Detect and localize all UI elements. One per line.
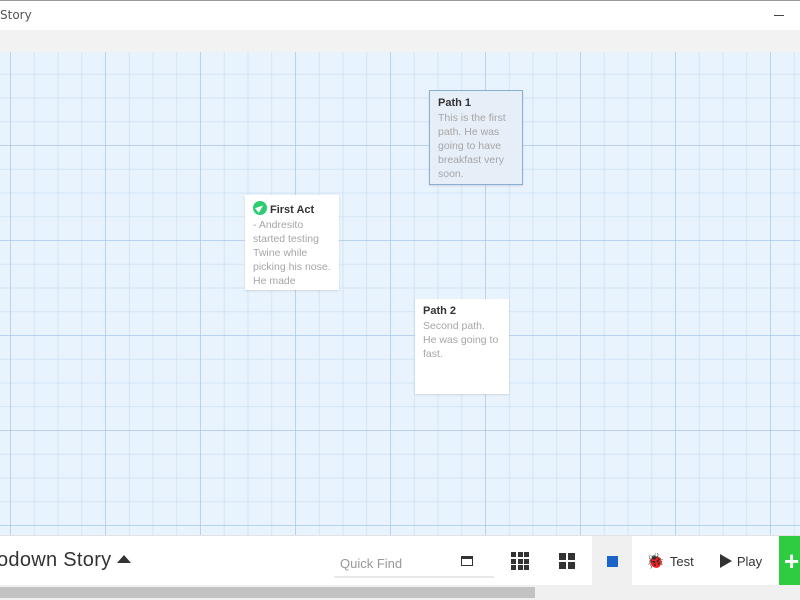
story-map-canvas[interactable]: Path 1 This is the first path. He was go… [0, 52, 800, 535]
passage-card-path-1[interactable]: Path 1 This is the first path. He was go… [429, 90, 523, 185]
passage-title: First Act [270, 204, 315, 216]
top-strip [0, 30, 800, 52]
passage-card-first-act[interactable]: First Act - Andresito started testing Tw… [245, 195, 339, 290]
grid-9-icon [511, 552, 529, 570]
minimize-button[interactable] [774, 15, 784, 16]
scrollbar-thumb[interactable] [0, 587, 535, 598]
zoom-large-button[interactable] [592, 536, 632, 586]
passage-excerpt: This is the first path. He was going to … [438, 112, 506, 180]
test-button[interactable]: 🐞 Test [640, 536, 700, 586]
add-passage-button[interactable]: + [779, 536, 800, 586]
zoom-small-button[interactable] [505, 536, 535, 586]
story-name-label: odown Story [0, 549, 112, 571]
passage-title: Path 1 [438, 97, 472, 109]
story-menu-button[interactable]: odown Story [0, 549, 132, 572]
rocket-icon [253, 201, 267, 215]
window-title: Story [0, 8, 32, 22]
passage-detail-icon [461, 556, 473, 566]
title-bar: Story [0, 0, 800, 30]
caret-up-icon [117, 555, 132, 563]
test-label: Test [669, 553, 694, 569]
square-icon [606, 555, 618, 567]
horizontal-scrollbar[interactable] [0, 585, 800, 600]
bottom-toolbar: odown Story 🐞 Test Play + [0, 535, 800, 586]
bug-icon: 🐞 [646, 552, 665, 570]
grid-4-icon [559, 553, 575, 569]
passage-excerpt: Second path. He was going to fast. [423, 320, 499, 360]
passage-detail-toggle[interactable] [452, 536, 482, 586]
passage-title: Path 2 [423, 305, 457, 317]
app-window: Story Path 1 This is the first path. He … [0, 0, 800, 600]
play-icon [719, 554, 732, 568]
passage-card-path-2[interactable]: Path 2 Second path. He was going to fast… [415, 299, 509, 394]
passage-excerpt: - Andresito started testing Twine while … [253, 219, 331, 287]
plus-icon: + [784, 545, 800, 576]
zoom-medium-button[interactable] [552, 536, 582, 586]
play-label: Play [736, 553, 763, 569]
play-button[interactable]: Play [712, 536, 770, 586]
